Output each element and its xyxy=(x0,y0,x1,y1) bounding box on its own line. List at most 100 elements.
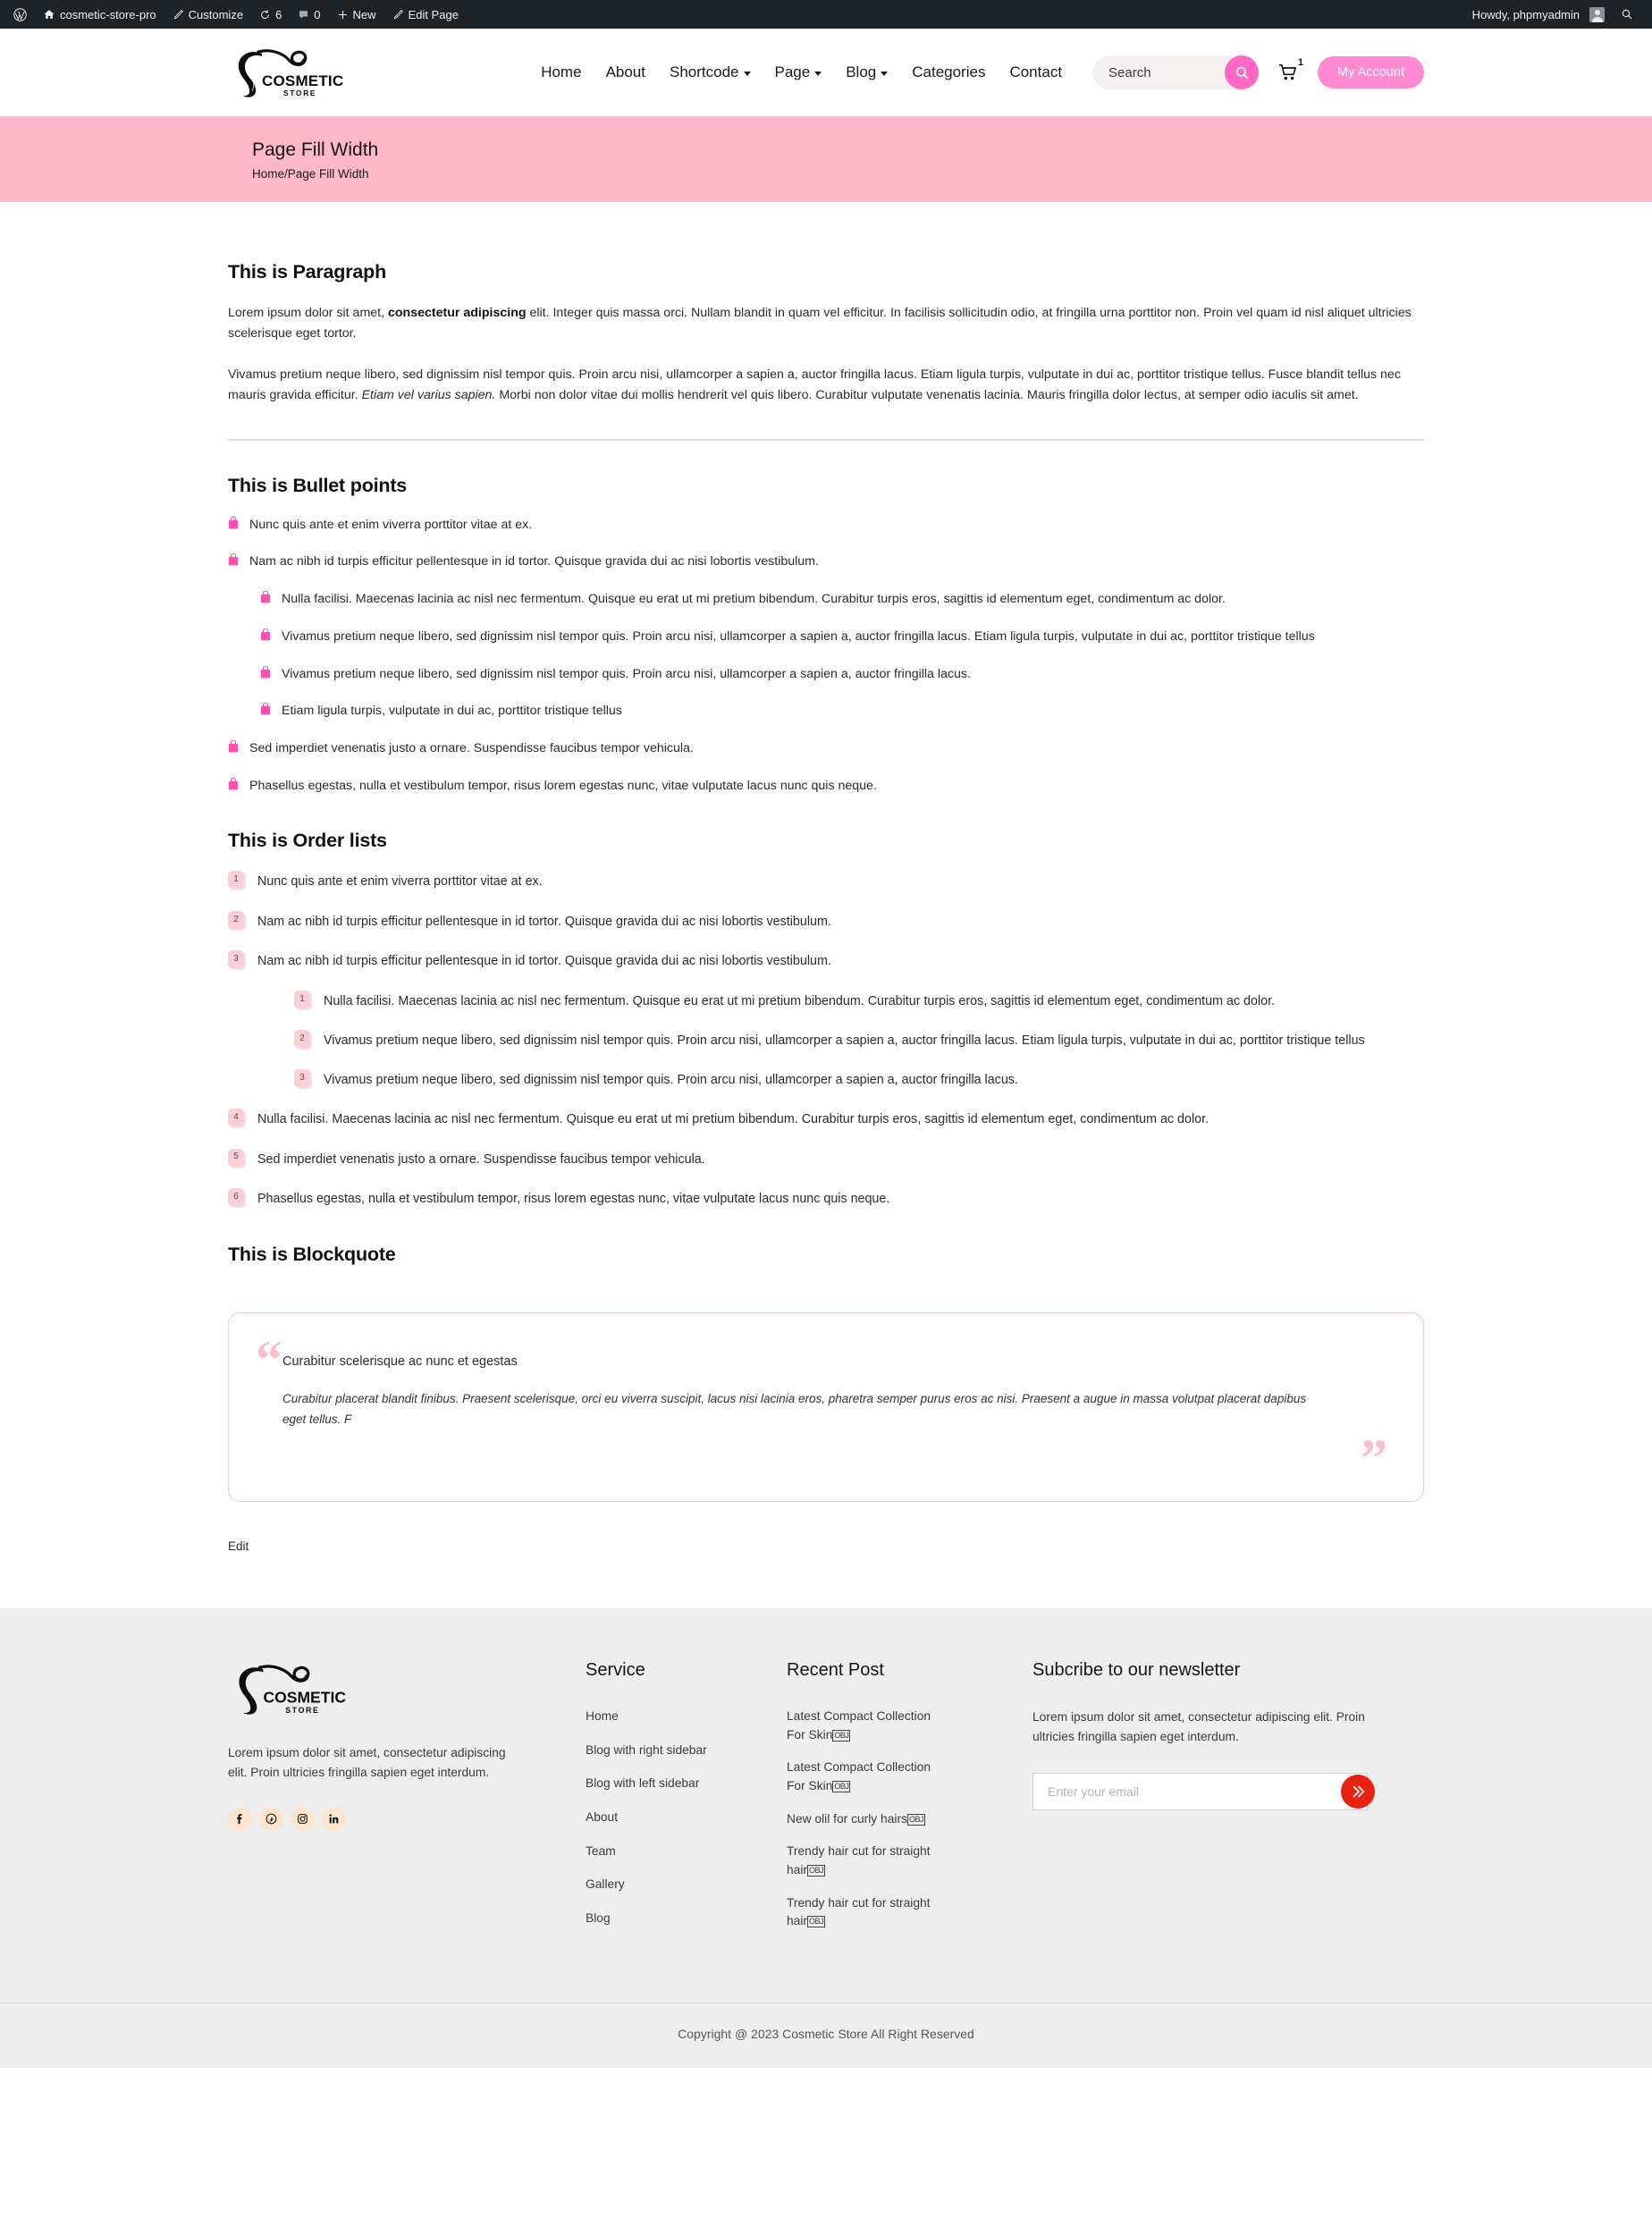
footer-link-blog-right-sidebar[interactable]: Blog with right sidebar xyxy=(586,1742,787,1760)
list-item-text: Nunc quis ante et enim viverra porttitor… xyxy=(249,517,533,532)
list-item-text: Nam ac nibh id turpis efficitur pellente… xyxy=(257,914,831,929)
newsletter-submit-button[interactable] xyxy=(1341,1774,1375,1809)
admin-bar-right: Howdy, phpmyadmin xyxy=(1464,0,1641,29)
linkedin-link[interactable] xyxy=(322,1806,346,1831)
list-item-text: Nulla facilisi. Maecenas lacinia ac nisl… xyxy=(324,993,1276,1008)
plus-icon xyxy=(338,10,347,19)
search-button[interactable] xyxy=(1225,55,1260,89)
nav-item-categories[interactable]: Categories xyxy=(912,63,985,81)
recent-post-title: Latest Compact Collection For Skin xyxy=(787,1760,931,1792)
site-name-menu[interactable]: cosmetic-store-pro xyxy=(35,0,164,29)
footer-newsletter-column: Subcribe to our newsletter Lorem ipsum d… xyxy=(1032,1660,1381,1945)
new-label: New xyxy=(352,7,376,21)
footer-link-about[interactable]: About xyxy=(586,1809,787,1827)
nav-item-shortcode[interactable]: Shortcode xyxy=(670,63,751,81)
recent-post-title: New olil for curly hairs xyxy=(787,1811,907,1826)
orders-heading: This is Order lists xyxy=(228,830,387,852)
comments-link[interactable]: 0 xyxy=(290,0,328,29)
cart-button[interactable]: 1 xyxy=(1278,57,1303,81)
footer-recent-post-column: Recent Post Latest Compact Collection Fo… xyxy=(787,1660,1032,1945)
footer-about-text: Lorem ipsum dolor sit amet, consectetur … xyxy=(228,1745,506,1780)
list-item: 6 Phasellus egestas, nulla et vestibulum… xyxy=(228,1187,1424,1210)
linkedin-icon xyxy=(329,1813,339,1823)
edit-page-link[interactable]: Edit Page xyxy=(384,0,467,29)
recent-post-heading: Recent Post xyxy=(787,1659,884,1680)
list-item: Etiam ligula turpis, vulputate in dui ac… xyxy=(260,701,1424,721)
pencil-icon xyxy=(393,9,403,19)
site-logo[interactable]: COSMETIC STORE xyxy=(228,45,353,100)
wordpress-logo-menu[interactable] xyxy=(5,0,35,29)
list-number-chip: 1 xyxy=(228,871,244,890)
nav-label: Categories xyxy=(912,63,986,80)
wordpress-icon xyxy=(13,7,27,21)
list-number-chip: 3 xyxy=(294,1069,310,1088)
nav-item-home[interactable]: Home xyxy=(541,63,581,81)
nav-item-page[interactable]: Page xyxy=(775,63,822,81)
newsletter-text: Lorem ipsum dolor sit amet, consectetur … xyxy=(1032,1709,1365,1744)
nav-label: Shortcode xyxy=(670,63,739,80)
nav-label: Home xyxy=(541,63,582,80)
customize-link[interactable]: Customize xyxy=(164,0,251,29)
list-number-chip: 3 xyxy=(228,949,244,968)
new-content-menu[interactable]: New xyxy=(329,0,384,29)
divider xyxy=(228,438,1424,441)
list-item-text: Sed imperdiet venenatis justo a ornare. … xyxy=(257,1151,705,1167)
bullets-heading: This is Bullet points xyxy=(228,474,408,496)
list-item: Nulla facilisi. Maecenas lacinia ac nisl… xyxy=(260,589,1424,610)
shopping-bag-icon xyxy=(228,516,239,529)
admin-bar-left: cosmetic-store-pro Customize 6 0 New Edi… xyxy=(5,0,467,29)
list-item: 2 Nam ac nibh id turpis efficitur pellen… xyxy=(228,910,1424,932)
list-item-text: Nulla facilisi. Maecenas lacinia ac nisl… xyxy=(257,1112,1210,1127)
edit-post-link[interactable]: Edit xyxy=(228,1539,249,1553)
paragraph-1-bold: consectetur adipiscing xyxy=(388,306,527,320)
recent-post-item[interactable]: New olil for curly hairs OBJ xyxy=(787,1810,948,1829)
avatar xyxy=(1589,6,1605,22)
list-item: Vivamus pretium neque libero, sed dignis… xyxy=(260,627,1424,647)
recent-post-item[interactable]: Trendy hair cut for straight hair OBJ xyxy=(787,1894,948,1931)
my-account-button[interactable]: My Account xyxy=(1318,56,1424,89)
facebook-link[interactable] xyxy=(228,1806,252,1831)
nav-item-about[interactable]: About xyxy=(606,63,645,81)
list-item-text: Vivamus pretium neque libero, sed dignis… xyxy=(324,1033,1365,1049)
footer-link-blog-left-sidebar[interactable]: Blog with left sidebar xyxy=(586,1775,787,1793)
svg-text:COSMETIC: COSMETIC xyxy=(263,1688,346,1706)
list-item-text: Etiam ligula turpis, vulputate in dui ac… xyxy=(282,704,622,719)
list-item: Vivamus pretium neque libero, sed dignis… xyxy=(260,664,1424,685)
service-heading: Service xyxy=(586,1659,645,1680)
recent-post-title: Latest Compact Collection For Skin xyxy=(787,1708,931,1742)
admin-search-button[interactable] xyxy=(1613,0,1641,29)
list-item: 3 Nam ac nibh id turpis efficitur pellen… xyxy=(228,949,1424,1092)
list-item-text: Nam ac nibh id turpis efficitur pellente… xyxy=(249,554,819,569)
recent-post-item[interactable]: Latest Compact Collection For Skin OBJ xyxy=(787,1758,948,1795)
my-account-menu[interactable]: Howdy, phpmyadmin xyxy=(1464,0,1613,29)
missing-glyph-icon: OBJ xyxy=(832,1780,851,1792)
nav-item-contact[interactable]: Contact xyxy=(1009,63,1062,81)
double-chevron-right-icon xyxy=(1353,1785,1365,1797)
pinterest-link[interactable] xyxy=(259,1806,283,1831)
list-item-text: Sed imperdiet venenatis justo a ornare. … xyxy=(249,741,694,755)
newsletter-email-input[interactable] xyxy=(1032,1772,1368,1810)
page-title: Page Fill Width xyxy=(252,139,379,160)
list-item: 2 Vivamus pretium neque libero, sed dign… xyxy=(294,1030,1424,1051)
nav-item-blog[interactable]: Blog xyxy=(846,63,889,81)
list-number-chip: 4 xyxy=(228,1109,244,1127)
footer-logo[interactable]: COSMETIC STORE xyxy=(228,1665,358,1721)
instagram-link[interactable] xyxy=(291,1806,315,1831)
updates-link[interactable]: 6 xyxy=(251,0,290,29)
footer-link-home[interactable]: Home xyxy=(586,1708,787,1726)
nested-bullet-list: Nulla facilisi. Maecenas lacinia ac nisl… xyxy=(260,589,1424,721)
recent-post-item[interactable]: Trendy hair cut for straight hair OBJ xyxy=(787,1843,948,1879)
customize-label: Customize xyxy=(188,7,244,21)
footer-link-blog[interactable]: Blog xyxy=(586,1910,787,1928)
newsletter-form xyxy=(1032,1772,1375,1810)
list-item: 1 Nunc quis ante et enim viverra porttit… xyxy=(228,871,1424,892)
pencil-icon xyxy=(173,9,183,19)
footer-link-team[interactable]: Team xyxy=(586,1843,787,1861)
footer-link-gallery[interactable]: Gallery xyxy=(586,1876,787,1894)
blockquote-heading: This is Blockquote xyxy=(228,1243,396,1265)
blockquote-body: Curabitur placerat blandit finibus. Prae… xyxy=(282,1391,1307,1427)
howdy-label: Howdy, phpmyadmin xyxy=(1471,7,1580,21)
recent-post-item[interactable]: Latest Compact Collection For Skin OBJ xyxy=(787,1708,948,1744)
paragraph-2-part-b: Morbi non dolor vitae dui mollis hendrer… xyxy=(495,388,1359,403)
list-item-text: Nam ac nibh id turpis efficitur pellente… xyxy=(257,953,831,968)
